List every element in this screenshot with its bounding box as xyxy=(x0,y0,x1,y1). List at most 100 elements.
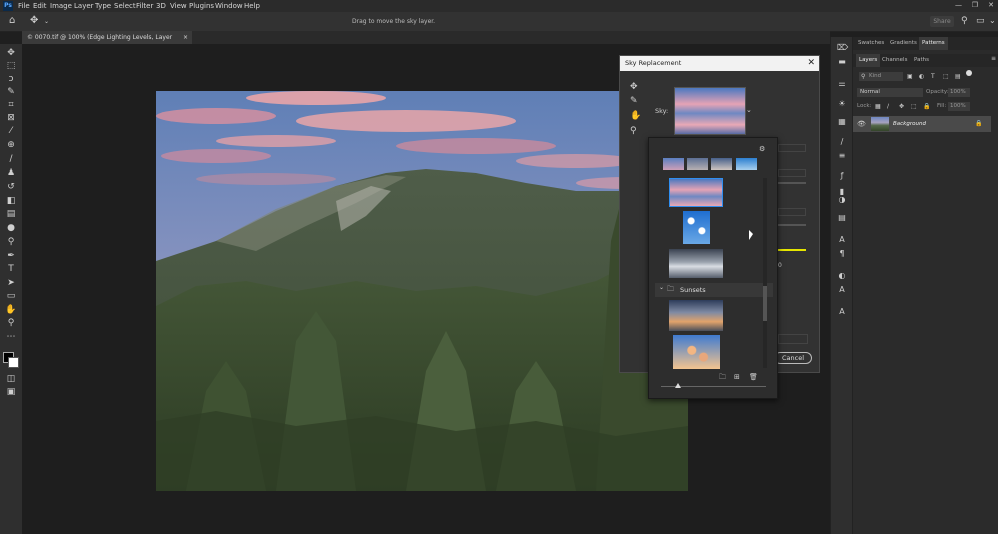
opacity-field[interactable]: 100% xyxy=(948,88,970,97)
new-folder-icon[interactable]: 🗀 xyxy=(719,373,726,384)
document-tab[interactable]: © 0070.tif @ 100% (Edge Lighting Levels,… xyxy=(22,31,192,54)
zoom-tool-icon[interactable]: ⚲ xyxy=(5,318,17,328)
slider-track[interactable] xyxy=(778,224,806,226)
stamp-tool-icon[interactable]: ♟ xyxy=(5,168,17,178)
brush-tool-icon[interactable]: ∕ xyxy=(5,154,17,164)
sky-thumb[interactable] xyxy=(669,300,723,331)
menu-file[interactable]: File xyxy=(18,1,30,11)
zoom-tool-icon[interactable]: ⚲ xyxy=(630,126,637,136)
eye-icon[interactable]: 👁 xyxy=(857,119,866,129)
gear-icon[interactable]: ⚙ xyxy=(759,145,765,153)
menu-filter[interactable]: Filter xyxy=(136,1,153,11)
color-icon[interactable]: ◑ xyxy=(837,195,847,205)
fx-icon[interactable]: ƒ xyxy=(837,171,847,181)
menu-select[interactable]: Select xyxy=(114,1,136,11)
properties-icon[interactable]: ⚌ xyxy=(837,79,847,89)
tab-patterns[interactable]: Patterns xyxy=(919,37,948,50)
close-tab-icon[interactable]: × xyxy=(183,31,188,44)
lock-transparent-icon[interactable]: ▦ xyxy=(875,102,881,111)
menu-type[interactable]: Type xyxy=(95,1,111,11)
lock-image-icon[interactable]: ∕ xyxy=(887,102,889,111)
character-styles-icon[interactable]: A xyxy=(837,285,847,295)
recent-sky-thumb[interactable] xyxy=(736,158,757,170)
lock-all-icon[interactable]: 🔒 xyxy=(923,102,930,111)
sky-thumb[interactable] xyxy=(673,335,720,369)
quick-select-tool-icon[interactable]: ✎ xyxy=(5,87,17,97)
filter-toggle-icon[interactable] xyxy=(966,70,972,76)
new-preset-icon[interactable]: ⊞ xyxy=(734,373,740,381)
history-brush-tool-icon[interactable]: ↺ xyxy=(5,182,17,192)
scrollbar-track[interactable] xyxy=(763,178,767,368)
eyedropper-tool-icon[interactable]: ⁄ xyxy=(5,126,17,136)
cancel-button[interactable]: Cancel xyxy=(774,352,812,364)
tab-layers[interactable]: Layers xyxy=(856,54,881,67)
dodge-tool-icon[interactable]: ⚲ xyxy=(5,237,17,247)
sky-preset-dropdown[interactable] xyxy=(674,87,746,135)
chevron-down-icon[interactable]: ⌄ xyxy=(659,284,664,291)
brush-settings-icon[interactable]: ≡ xyxy=(837,151,847,161)
adjustments-icon[interactable]: ☀ xyxy=(837,99,847,109)
slider-handle-icon[interactable] xyxy=(675,383,681,388)
sky-brush-tool-icon[interactable]: ✎ xyxy=(630,96,638,106)
chevron-down-icon[interactable]: ⌄ xyxy=(989,15,996,27)
history-icon[interactable]: ⌦ xyxy=(837,43,848,53)
filter-adjustment-icon[interactable]: ◐ xyxy=(919,72,924,81)
gradient-tool-icon[interactable]: ▤ xyxy=(5,209,17,219)
close-icon[interactable]: ✕ xyxy=(807,56,815,71)
healing-brush-tool-icon[interactable]: ⊕ xyxy=(5,140,17,150)
filter-type-icon[interactable]: T xyxy=(931,72,935,81)
pen-tool-icon[interactable]: ✒ xyxy=(5,251,17,261)
paragraph-icon[interactable]: ¶ xyxy=(837,249,847,259)
frame-tool-icon[interactable]: ⊠ xyxy=(5,113,17,123)
blend-mode-select[interactable]: Normal xyxy=(857,88,923,97)
menu-layer[interactable]: Layer xyxy=(74,1,94,11)
filter-smart-object-icon[interactable]: ▤ xyxy=(955,72,961,81)
lock-artboard-icon[interactable]: ⬚ xyxy=(911,102,917,111)
workspace-icon[interactable]: ▭ xyxy=(976,15,985,27)
glyphs-icon[interactable]: ◐ xyxy=(837,271,847,281)
share-button[interactable]: Share xyxy=(930,16,954,27)
screen-mode-icon[interactable]: ▣ xyxy=(5,387,17,397)
lasso-tool-icon[interactable]: ↄ xyxy=(5,74,17,84)
recent-sky-thumb[interactable] xyxy=(687,158,708,170)
quick-mask-icon[interactable]: ◫ xyxy=(5,374,17,384)
sky-thumb-selected[interactable] xyxy=(669,178,723,207)
swatches-icon[interactable]: ▤ xyxy=(837,213,847,223)
menu-plugins[interactable]: Plugins xyxy=(189,1,214,11)
crop-tool-icon[interactable]: ⌗ xyxy=(5,100,17,110)
output-dropdown[interactable] xyxy=(778,334,808,344)
layer-row[interactable]: 👁 Background 🔒 xyxy=(853,116,991,132)
search-icon[interactable]: ⚲ xyxy=(961,15,968,27)
fill-field[interactable]: 100% xyxy=(948,102,970,111)
lock-position-icon[interactable]: ✥ xyxy=(899,102,904,111)
paragraph-styles-icon[interactable]: A xyxy=(837,307,847,317)
tab-gradients[interactable]: Gradients xyxy=(890,37,917,50)
panel-menu-icon[interactable]: ≡ xyxy=(991,55,996,62)
menu-help[interactable]: Help xyxy=(244,1,260,11)
filter-shape-icon[interactable]: ⬚ xyxy=(943,72,949,81)
folder-row-sunsets[interactable]: ⌄ 🗀 Sunsets xyxy=(655,283,773,297)
sky-thumb[interactable] xyxy=(669,249,723,278)
color-adjust-slider[interactable] xyxy=(778,249,806,251)
marquee-tool-icon[interactable]: ⬚ xyxy=(5,61,17,71)
rectangle-tool-icon[interactable]: ▭ xyxy=(5,291,17,301)
move-tool-icon[interactable]: ✥ xyxy=(5,48,17,58)
scrollbar-thumb[interactable] xyxy=(763,286,767,321)
brush-icon[interactable]: ∕ xyxy=(837,137,847,147)
background-color-swatch[interactable] xyxy=(8,357,19,368)
slider-track[interactable] xyxy=(778,182,806,184)
layer-filter-kind[interactable]: Kind xyxy=(859,72,903,81)
blur-tool-icon[interactable]: ● xyxy=(5,223,17,233)
path-select-tool-icon[interactable]: ➤ xyxy=(5,278,17,288)
tab-swatches[interactable]: Swatches xyxy=(858,37,884,50)
menu-3d[interactable]: 3D xyxy=(156,1,166,11)
filter-pixel-icon[interactable]: ▣ xyxy=(907,72,913,81)
sky-thumb[interactable] xyxy=(683,211,710,244)
trash-icon[interactable]: 🗑 xyxy=(749,373,758,381)
document-image[interactable] xyxy=(156,91,688,491)
home-icon[interactable]: ⌂ xyxy=(9,15,15,27)
dialog-field[interactable] xyxy=(778,208,806,216)
libraries-icon[interactable]: ▦ xyxy=(837,117,847,127)
recent-sky-thumb[interactable] xyxy=(711,158,732,170)
close-window-icon[interactable]: ✕ xyxy=(988,0,994,11)
